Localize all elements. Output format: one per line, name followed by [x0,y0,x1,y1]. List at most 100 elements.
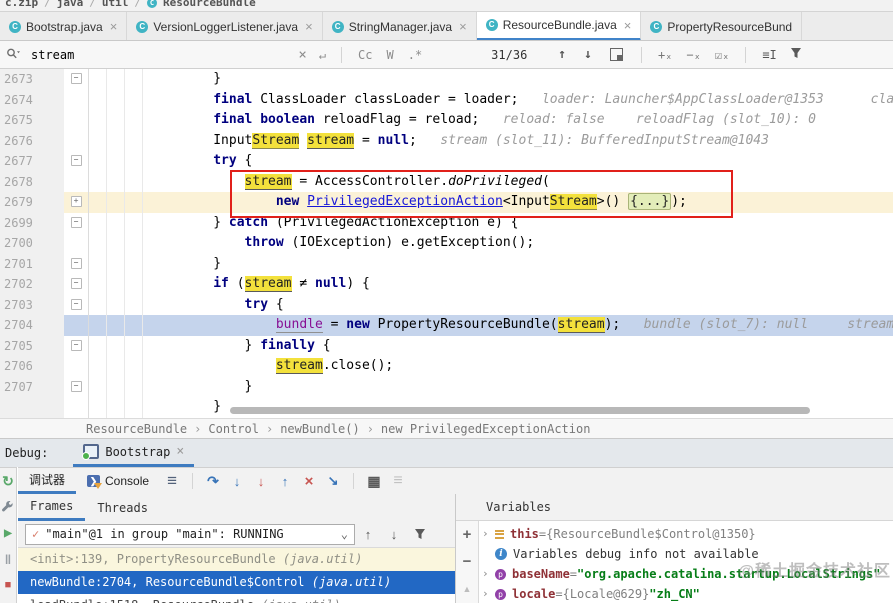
variable-row[interactable]: › p locale = {Locale@629} "zh_CN" [478,584,893,603]
close-icon[interactable]: × [110,19,118,34]
run-to-cursor-icon[interactable]: ↘ [321,468,345,494]
filter-lines-icon[interactable]: ≡I [762,48,776,62]
fold-collapse-icon[interactable]: − [70,298,82,310]
tab-threads[interactable]: Threads [85,494,160,521]
editor-tab-versionloggerlistener-java[interactable]: C VersionLoggerListener.java × [127,12,323,40]
fold-collapse-icon[interactable]: − [70,339,82,351]
stack-frame[interactable]: loadBundle:1518, ResourceBundle (java.ut… [18,594,455,603]
editor-tab-bootstrap-java[interactable]: C Bootstrap.java × [0,12,128,40]
line-number[interactable]: 2706 [0,356,64,377]
view-as-table-icon[interactable]: ▦ [362,468,386,494]
expand-chevron-icon[interactable]: › [482,584,495,603]
variable-row[interactable]: › this = {ResourceBundle$Control@1350} [478,524,893,544]
line-number[interactable] [0,397,64,418]
line-number[interactable]: 2703 [0,294,64,315]
variable-row[interactable]: i Variables debug info not available [478,544,893,564]
remove-watch-icon[interactable]: − [456,548,478,575]
close-icon[interactable]: × [459,19,467,34]
stop-icon[interactable]: ■ [0,572,17,598]
search-input[interactable]: stream [31,48,74,62]
code-text[interactable]: } [88,397,221,418]
tab-console[interactable]: ❯ Console [76,468,160,494]
code-text[interactable]: InputStream stream = null; stream (slot_… [88,131,769,152]
code-text[interactable]: } [88,377,253,398]
expand-chevron-icon[interactable]: › [482,524,495,544]
step-into-icon[interactable]: ↓ [225,468,249,494]
debug-session-tab[interactable]: Bootstrap × [73,439,195,467]
code-text[interactable]: try { [88,295,284,316]
close-icon[interactable]: × [624,18,632,33]
line-number[interactable]: 2700 [0,233,64,254]
fold-expand-icon[interactable]: + [70,196,82,207]
drop-frame-icon[interactable]: × [297,468,321,494]
rerun-icon[interactable]: ↻ [0,468,17,494]
line-number[interactable]: 2673 [0,69,64,90]
code-editor[interactable]: 2673− } 2674 final ClassLoader classLoade… [0,69,893,418]
close-icon[interactable]: × [176,444,184,459]
breadcrumb-item[interactable]: ResourceBundle [86,422,187,436]
search-in-selection-icon[interactable] [609,48,623,61]
close-icon[interactable]: × [305,19,313,34]
horizontal-scrollbar[interactable] [230,407,810,414]
words-toggle[interactable]: W [386,48,393,62]
line-number[interactable]: 2701 [0,253,64,274]
up-arrow-icon[interactable]: ↑ [355,527,381,542]
stack-frame[interactable]: newBundle:2704, ResourceBundle$Control (… [18,571,455,594]
fold-collapse-icon[interactable]: − [70,73,82,84]
fold-collapse-icon[interactable]: − [70,380,82,392]
fold-collapse-icon[interactable]: − [70,155,82,166]
path-segment[interactable]: c.zip [5,0,38,9]
fold-collapse-icon[interactable]: − [70,278,82,289]
code-text[interactable]: } [88,69,221,90]
code-text[interactable]: final ClassLoader classLoader = loader; … [88,90,893,111]
add-occurrence-icon[interactable]: +ₓ [658,48,672,62]
layout-settings-icon[interactable]: ≡ [386,468,410,494]
path-segment[interactable]: util [102,0,129,9]
line-number[interactable]: 2677 [0,151,64,172]
fold-collapse-icon[interactable]: − [70,216,82,228]
pause-icon[interactable]: ‖ [0,546,17,572]
scroll-to-top-icon[interactable]: ▲ [456,576,478,603]
breadcrumb-item[interactable]: newBundle() [280,422,359,436]
code-text[interactable]: throw (IOException) e.getException(); [88,233,535,254]
editor-tab-propertyresourcebund[interactable]: C PropertyResourceBund [641,12,803,40]
tab-frames[interactable]: Frames [18,494,86,521]
next-match-icon[interactable]: ↓ [584,47,592,62]
path-segment[interactable]: ResourceBundle [163,0,256,9]
editor-tab-stringmanager-java[interactable]: C StringManager.java × [323,12,477,40]
select-all-occurrences-icon[interactable]: ☑ₓ [715,48,729,62]
line-number[interactable]: 2678 [0,171,64,192]
line-number[interactable]: 2704 [0,315,64,336]
step-out-icon[interactable]: ↑ [273,468,297,494]
fold-collapse-icon[interactable]: − [70,257,82,269]
line-number[interactable]: 2707 [0,376,64,397]
search-icon[interactable] [6,47,21,63]
editor-tab-resourcebundle-java[interactable]: C ResourceBundle.java × [476,12,642,40]
code-text[interactable]: try { [88,151,252,172]
filter-icon[interactable] [790,47,802,62]
code-text[interactable]: } [88,254,221,275]
code-text[interactable]: final boolean reloadFlag = reload; reloa… [88,110,816,131]
hamburger-menu-icon[interactable]: ≡ [160,468,184,494]
breadcrumb-item[interactable]: Control [208,422,259,436]
match-case-toggle[interactable]: Cc [358,48,372,62]
line-number[interactable]: 2675 [0,110,64,131]
code-text[interactable]: if (stream ≠ null) { [88,274,370,295]
tab-debugger[interactable]: 调试器 [18,468,77,494]
clear-search-icon[interactable]: × [298,47,306,63]
down-arrow-icon[interactable]: ↓ [381,527,407,542]
line-number[interactable]: 2699 [0,212,64,233]
force-step-into-icon[interactable]: ↓ [249,468,273,494]
thread-selector[interactable]: ✓ "main"@1 in group "main": RUNNING ⌄ [25,523,355,545]
remove-occurrence-icon[interactable]: −ₓ [686,48,700,62]
variable-row[interactable]: › p baseName = "org.apache.catalina.startu… [478,564,893,584]
prev-match-icon[interactable]: ↑ [558,47,566,62]
step-over-icon[interactable]: ↷ [201,468,225,494]
code-text[interactable]: stream.close(); [88,356,393,377]
resume-icon[interactable]: ▶ [0,520,17,546]
line-number[interactable]: 2702 [0,274,64,295]
newline-icon[interactable]: ↵ [319,48,326,62]
settings-wrench-icon[interactable] [0,494,17,520]
regex-toggle[interactable]: .* [408,48,422,62]
line-number[interactable]: 2679 [0,192,64,213]
